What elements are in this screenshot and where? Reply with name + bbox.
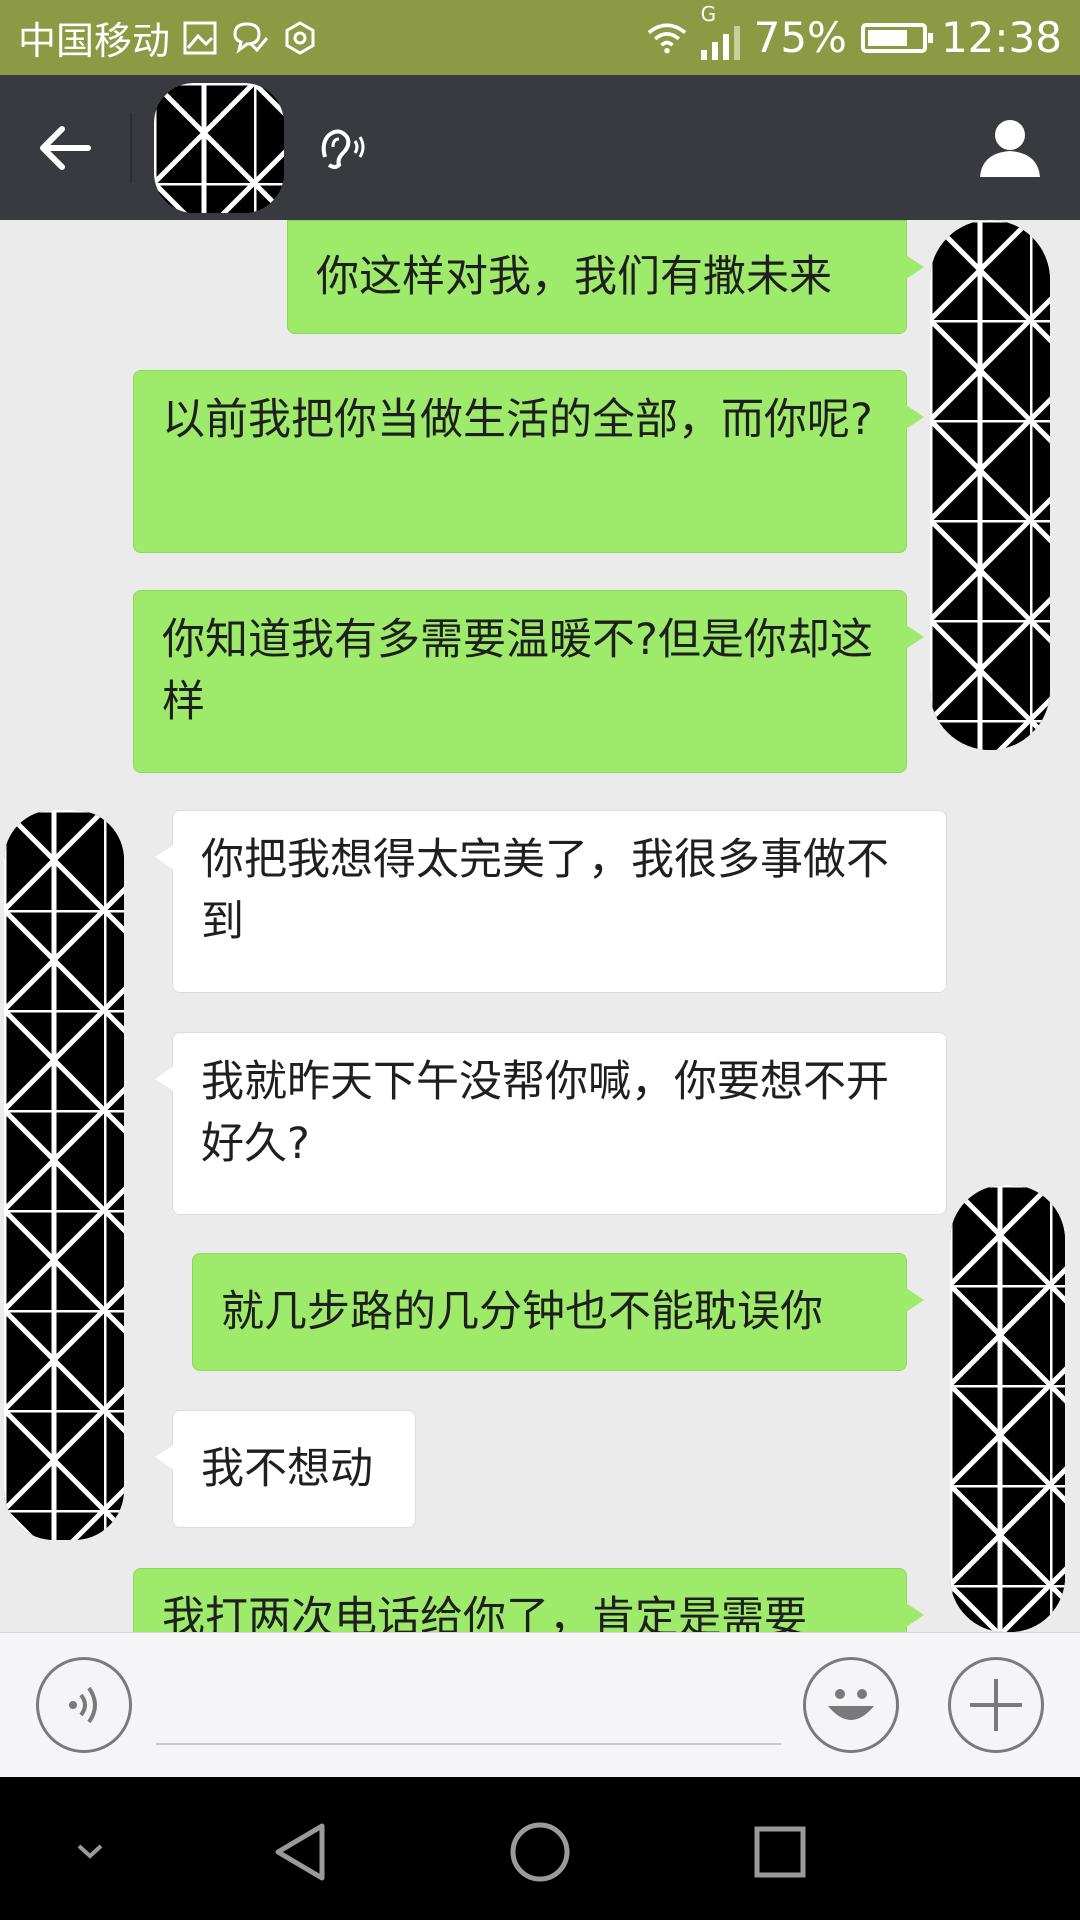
message-received[interactable]: 我就昨天下午没帮你喊，你要想不开好久?: [155, 1032, 947, 1215]
collapse-nav-button[interactable]: [45, 1807, 135, 1897]
voice-input-icon: [69, 1686, 97, 1724]
own-avatar-redacted: [930, 220, 1050, 750]
contact-name-redacted: [154, 82, 284, 213]
network-type-label: G: [700, 1, 717, 26]
nav-home-icon: [510, 1822, 570, 1882]
back-button[interactable]: [0, 75, 130, 220]
voice-input-button[interactable]: [36, 1657, 132, 1753]
own-avatar-redacted-lower: [950, 1185, 1065, 1632]
message-sent[interactable]: 以前我把你当做生活的全部，而你呢?: [133, 370, 924, 553]
notification-icon: [230, 18, 270, 58]
wifi-icon: [647, 18, 687, 58]
nav-recents-button[interactable]: [735, 1807, 825, 1897]
message-sent[interactable]: 你知道我有多需要温暖不?但是你却这样: [133, 590, 924, 773]
profile-button[interactable]: [940, 75, 1080, 220]
nav-back-icon: [275, 1823, 325, 1881]
nav-back-button[interactable]: [255, 1807, 345, 1897]
signal-group: G: [700, 2, 740, 60]
message-input[interactable]: [156, 1673, 781, 1745]
status-bar: 中国移动 G 75% 12:38: [0, 0, 1080, 75]
signal-icon: [700, 25, 740, 60]
clock: 12:38: [940, 13, 1062, 62]
collapse-chevron-icon: [77, 1844, 103, 1859]
nav-home-button[interactable]: [495, 1807, 585, 1897]
contact-avatar-redacted: [4, 810, 124, 1540]
status-right-group: G 75% 12:38: [647, 2, 1062, 62]
system-nav-bar: [0, 1777, 1080, 1920]
battery-icon: [860, 22, 933, 53]
message-received[interactable]: 你把我想得太完美了，我很多事做不到: [155, 810, 947, 993]
title-divider: [130, 112, 132, 183]
message-received[interactable]: 我不想动: [155, 1410, 416, 1528]
plus-icon: [970, 1679, 1022, 1731]
chat-title-bar: [0, 75, 1080, 220]
message-sent[interactable]: 就几步路的几分钟也不能耽误你: [192, 1253, 924, 1371]
nav-recents-icon: [754, 1826, 806, 1878]
carrier-name: 中国移动: [18, 19, 171, 63]
earpiece-mode-icon: [312, 120, 368, 176]
more-options-button[interactable]: [948, 1657, 1044, 1753]
emoji-icon: [828, 1689, 874, 1720]
back-arrow-icon: [40, 125, 91, 170]
settings-hex-icon: [280, 18, 320, 58]
message-sent[interactable]: 你这样对我，我们有撒未来: [287, 220, 924, 334]
battery-percent: 75%: [753, 13, 847, 62]
battery-fill: [867, 29, 907, 46]
chat-message-list[interactable]: 你这样对我，我们有撒未来 以前我把你当做生活的全部，而你呢? 你知道我有多需要温…: [0, 220, 1080, 1632]
gallery-icon: [180, 18, 220, 58]
input-bar: [0, 1632, 1080, 1777]
carrier-group: 中国移动: [18, 10, 320, 65]
profile-icon: [980, 119, 1040, 177]
emoji-button[interactable]: [803, 1657, 899, 1753]
message-sent[interactable]: 我打两次电话给你了，肯定是需要: [133, 1568, 924, 1632]
